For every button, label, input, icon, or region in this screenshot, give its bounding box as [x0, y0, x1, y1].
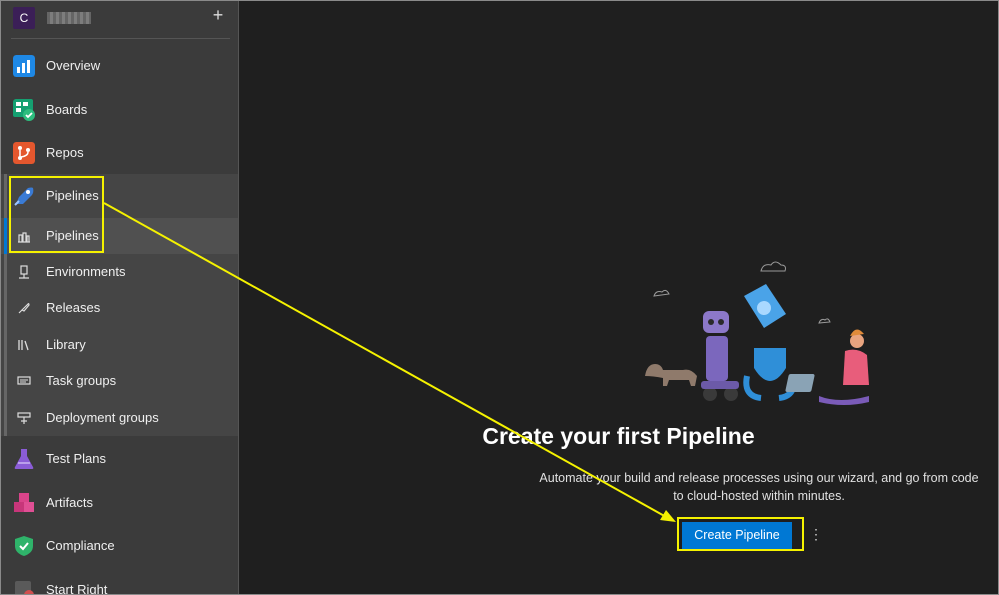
callout-highlight-pipelines: [9, 176, 104, 253]
nav-item-artifacts[interactable]: Artifacts: [1, 481, 238, 525]
repos-icon: [13, 142, 35, 164]
overview-icon: [13, 55, 35, 77]
sub-item-label: Releases: [46, 300, 101, 315]
sub-item-library[interactable]: Library: [1, 327, 238, 363]
main-content: Create your first Pipeline Automate your…: [239, 1, 998, 594]
sub-item-releases[interactable]: Releases: [1, 290, 238, 326]
nav-label: Start Right: [46, 582, 108, 594]
library-icon: [18, 340, 29, 351]
deployment-groups-icon: [17, 412, 31, 424]
empty-state-title: Create your first Pipeline: [482, 423, 755, 449]
nav-label: Boards: [46, 102, 88, 117]
nav-item-boards[interactable]: Boards: [1, 88, 238, 132]
sub-item-label: Library: [46, 337, 86, 352]
task-groups-icon: [17, 376, 31, 385]
environments-icon: [19, 265, 29, 279]
sub-item-deployment-groups[interactable]: Deployment groups: [1, 400, 238, 436]
test-plans-flask-icon: [14, 449, 34, 469]
nav-label: Overview: [46, 58, 101, 73]
sub-item-environments[interactable]: Environments: [1, 254, 238, 290]
start-right-icon: [15, 581, 34, 594]
nav-item-start-right[interactable]: Start Right: [1, 568, 238, 594]
sub-item-task-groups[interactable]: Task groups: [1, 363, 238, 399]
sub-item-label: Environments: [46, 264, 126, 279]
nav-label: Compliance: [46, 538, 115, 553]
new-project-button[interactable]: +: [209, 3, 227, 27]
compliance-shield-icon: [15, 536, 33, 556]
boards-icon: [13, 99, 35, 121]
divider: [11, 38, 230, 39]
org-header: C +: [1, 1, 238, 38]
nav-label: Artifacts: [46, 495, 93, 510]
nav-label: Repos: [46, 145, 84, 160]
nav-item-repos[interactable]: Repos: [1, 131, 238, 175]
callout-highlight-create-pipeline: [677, 517, 804, 551]
nav-item-test-plans[interactable]: Test Plans: [1, 437, 238, 481]
sub-item-label: Task groups: [46, 373, 117, 388]
pipeline-illustration: [645, 261, 869, 405]
artifacts-icon: [14, 493, 34, 512]
org-avatar[interactable]: C: [13, 7, 35, 29]
empty-state-description: Automate your build and release processe…: [539, 471, 979, 503]
left-sidebar: C + Overview Boards Repos Pipelines Pipe…: [1, 1, 239, 594]
org-name-redacted: [47, 12, 91, 24]
sub-item-label: Deployment groups: [46, 410, 159, 425]
nav-item-overview[interactable]: Overview: [1, 44, 238, 88]
more-options-icon[interactable]: ⋮: [809, 523, 823, 547]
releases-icon: [18, 303, 30, 314]
nav-label: Test Plans: [46, 451, 106, 466]
nav-item-compliance[interactable]: Compliance: [1, 524, 238, 568]
